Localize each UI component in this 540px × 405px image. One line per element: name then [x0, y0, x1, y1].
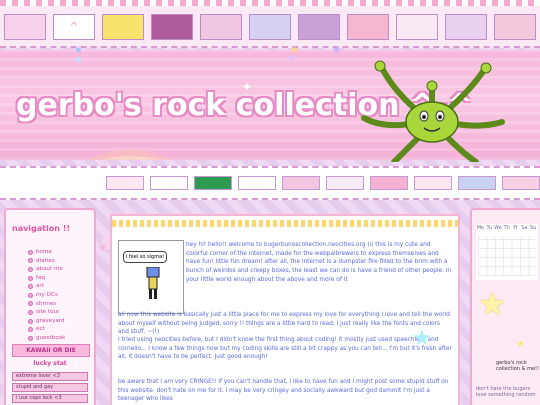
top-strip-border — [0, 0, 540, 6]
link-buttons-strip — [0, 166, 540, 200]
star-icon: ★ — [98, 243, 107, 254]
bullet-icon — [28, 327, 33, 333]
bullet-icon — [28, 335, 33, 341]
bullet-icon — [28, 301, 33, 307]
bullet-icon — [28, 309, 33, 315]
top-button-6[interactable] — [249, 14, 291, 40]
sidebar-heading: navigation !! — [12, 224, 71, 233]
star-icon: ★ — [332, 45, 341, 56]
bullet-icon — [28, 266, 33, 272]
right-note: gerbo's rock collection & me!! — [496, 360, 540, 372]
intro-paragraph-continued: all now this website is basically just a… — [118, 312, 450, 336]
calendar-widget: Mo Tu We Th Fr Sa Su — [476, 224, 538, 280]
intro-paragraph: hey hi! hello!! welcome to bugerbunoscol… — [186, 242, 452, 283]
link-buttons — [106, 176, 540, 190]
link-button-6[interactable] — [326, 176, 364, 190]
stat-select-2[interactable]: stupid and gay — [12, 383, 88, 392]
sidebar-item-faq[interactable]: faq — [28, 274, 65, 283]
sidebar-item-diaries[interactable]: diaries — [28, 257, 65, 266]
top-button-9[interactable] — [396, 14, 438, 40]
coding-paragraph: I tried using neocities before, but I di… — [118, 337, 452, 361]
link-button-7[interactable] — [370, 176, 408, 190]
image-caption: I feel so sigma! — [123, 251, 167, 263]
bullet-icon — [28, 318, 33, 324]
link-button-10[interactable] — [502, 176, 540, 190]
stat-select-1[interactable]: extreme lover <3 — [12, 372, 88, 381]
sidebar-nav: home diaries about me faq art my OCs shr… — [28, 248, 65, 343]
top-button-8[interactable] — [347, 14, 389, 40]
link-button-2[interactable] — [150, 176, 188, 190]
link-button-5[interactable] — [282, 176, 320, 190]
cringe-paragraph: be aware that I am very CRINGE!! if you … — [118, 379, 449, 403]
star-icon: ★ — [516, 339, 525, 350]
left-sidebar: navigation !! home diaries about me faq … — [4, 208, 96, 405]
sidebar-item-my-ocs[interactable]: my OCs — [28, 291, 65, 300]
sidebar-item-home[interactable]: home — [28, 248, 65, 257]
sidebar-item-art[interactable]: art — [28, 282, 65, 291]
top-button-11[interactable] — [494, 14, 536, 40]
calendar-header: Mo Tu We Th Fr Sa Su — [476, 225, 537, 231]
bullet-icon — [28, 284, 33, 290]
star-icon: ★ — [74, 45, 83, 56]
top-strip-items: ᵔ — [4, 14, 536, 40]
right-note-2: don't hate the bugers love something ran… — [476, 386, 536, 398]
top-button-5[interactable] — [200, 14, 242, 40]
link-button-3[interactable] — [194, 176, 232, 190]
bullet-icon — [28, 275, 33, 281]
sidebar-item-ect[interactable]: ect — [28, 325, 65, 334]
top-button-2[interactable]: ᵔ — [53, 14, 95, 40]
top-button-strip: ᵔ — [0, 0, 540, 48]
stat-select-3[interactable]: i use caps lock <3 — [12, 394, 88, 403]
top-button-4[interactable] — [151, 14, 193, 40]
star-sticker-icon: ★ — [478, 285, 507, 323]
page: ᵔ ★ ✦ ★ gerbo's rock collection ^-^ navi… — [0, 0, 540, 405]
kawaii-banner: KAWAII OR DIE — [12, 344, 90, 357]
sigma-image: I feel so sigma! — [118, 240, 184, 314]
robot-figure-icon — [146, 267, 160, 299]
bullet-icon — [28, 292, 33, 298]
top-button-7[interactable] — [298, 14, 340, 40]
sidebar-item-shrines[interactable]: shrines — [28, 300, 65, 309]
top-button-3[interactable] — [102, 14, 144, 40]
frog-mascot-icon — [361, 60, 505, 162]
star-icon: ★ — [290, 45, 299, 56]
link-button-4[interactable] — [238, 176, 276, 190]
link-button-8[interactable] — [414, 176, 452, 190]
calendar-grid — [478, 236, 536, 276]
sidebar-item-about-me[interactable]: about me — [28, 265, 65, 274]
main-content: I feel so sigma! hey hi! hello!! welcome… — [110, 214, 460, 405]
sidebar-item-site-tour[interactable]: site tour — [28, 308, 65, 317]
bullet-icon — [28, 258, 33, 264]
star-icon: ★ — [74, 55, 83, 66]
link-button-9[interactable] — [458, 176, 496, 190]
sidebar-item-guestbook[interactable]: guestbook — [28, 334, 65, 343]
top-button-1[interactable] — [4, 14, 46, 40]
top-button-10[interactable] — [445, 14, 487, 40]
sidebar-item-graveyard[interactable]: graveyard — [28, 317, 65, 326]
bullet-icon — [28, 249, 33, 255]
link-button-1[interactable] — [106, 176, 144, 190]
star-icon: ★ — [412, 326, 432, 351]
right-sidebar: Mo Tu We Th Fr Sa Su ★ gerbo's rock coll… — [470, 208, 540, 405]
main-top-decoration — [112, 220, 458, 227]
lucky-stat-label: lucky stat — [33, 360, 67, 367]
